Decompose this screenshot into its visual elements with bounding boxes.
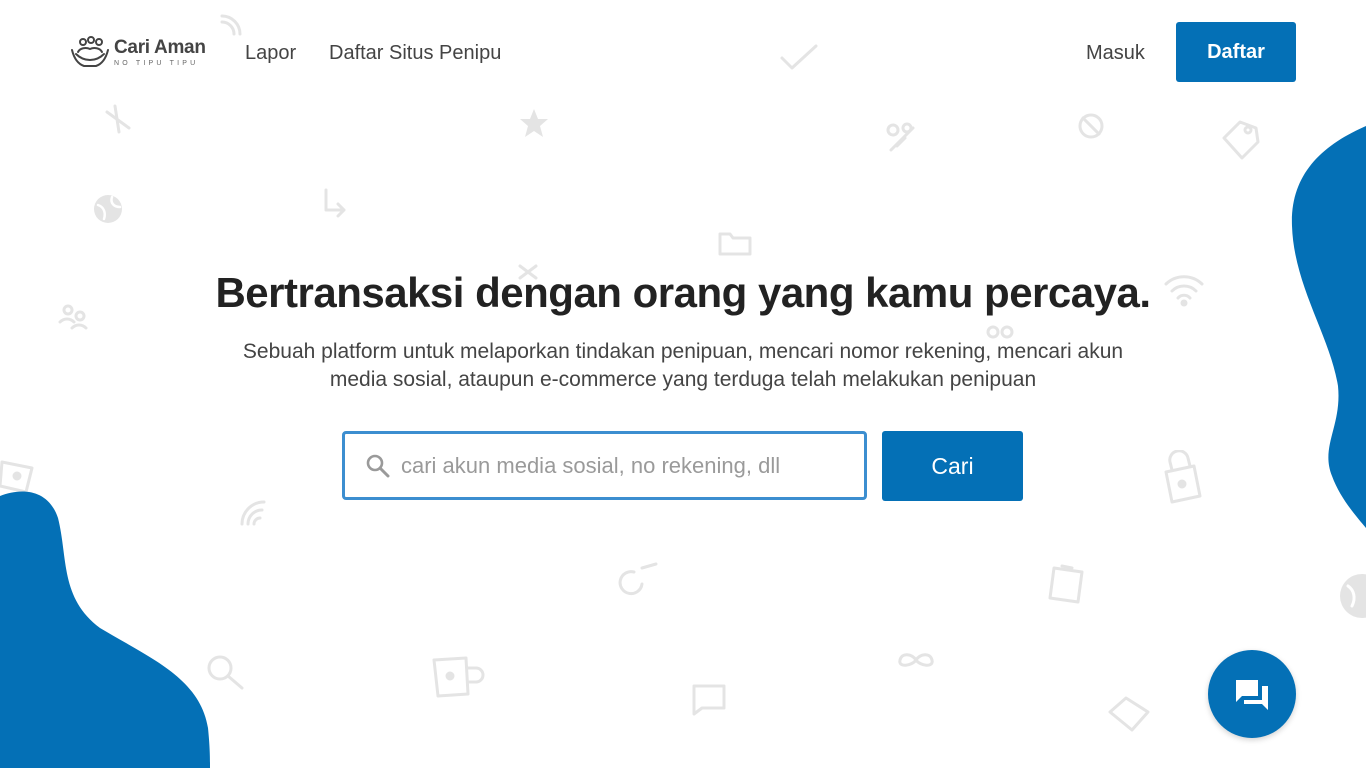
landing-page: Cari Aman NO TIPU TIPU Lapor Daftar Situ… [0,0,1366,768]
block-doodle-icon [1078,113,1104,139]
mug-doodle-icon [432,656,485,698]
hero-subtitle: Sebuah platform untuk melaporkan tindaka… [242,340,1124,391]
brand-tagline: NO TIPU TIPU [114,60,199,67]
chat-icon [1236,680,1268,710]
star-doodle-icon [520,109,548,137]
blob-left [0,491,210,768]
message-doodle-icon [692,684,726,716]
globe-right-doodle-icon [1340,574,1366,618]
search-icon [366,454,390,477]
infinity-doodle-icon [898,653,934,667]
refresh-doodle-icon [618,562,658,596]
logo-text: Cari Aman NO TIPU TIPU [114,38,206,68]
logo[interactable]: Cari Aman NO TIPU TIPU [70,36,206,70]
hero-title: Bertransaksi dengan orang yang kamu perc… [215,269,1151,316]
header: Cari Aman NO TIPU TIPU Lapor Daftar Situ… [0,0,1366,105]
diamond-doodle-icon [1108,696,1150,732]
blob-right [1291,126,1366,528]
folder-doodle-icon [718,232,752,256]
lock-doodle-icon [1164,450,1202,504]
search-box[interactable] [342,431,867,500]
clipboard-doodle-icon [1048,564,1084,604]
nav-daftar-situs-penipu-link[interactable]: Daftar Situs Penipu [329,40,501,66]
arrow-doodle-icon [324,188,346,218]
brand-name: Cari Aman [114,37,206,58]
search-button[interactable]: Cari [882,431,1023,501]
close-doodle-icon [105,104,131,134]
wifi-bottom-doodle-icon [240,500,266,526]
nav-masuk-link[interactable]: Masuk [1086,40,1145,66]
daftar-button[interactable]: Daftar [1176,22,1296,82]
globe-doodle-icon [94,195,122,223]
scissors-doodle-icon [886,122,915,152]
tag-doodle-icon [1222,120,1260,160]
search-input[interactable] [391,434,864,497]
chat-button[interactable] [1208,650,1296,738]
hands-logo-icon [71,36,109,67]
nav-lapor-link[interactable]: Lapor [245,40,296,66]
